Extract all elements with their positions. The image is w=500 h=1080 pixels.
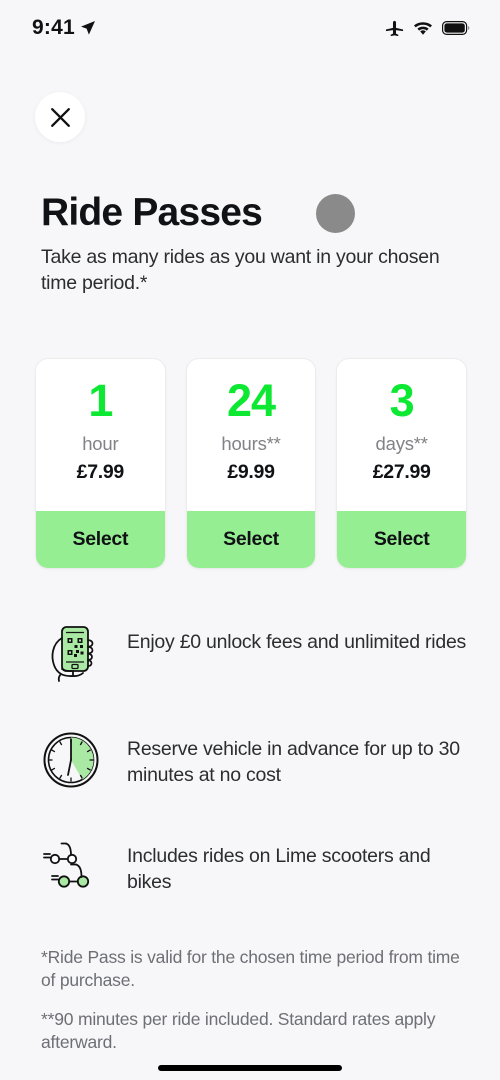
footnote-list: *Ride Pass is valid for the chosen time … [41,946,476,1054]
avatar[interactable] [316,193,356,233]
home-indicator[interactable] [158,1065,342,1071]
battery-icon [442,21,470,35]
status-bar-left: 9:41 [32,16,96,40]
benefit-row-scooters-bikes: Includes rides on Lime scooters and bike… [40,836,472,943]
benefit-row-unlock-fees: Enjoy £0 unlock fees and unlimited rides [40,622,472,729]
close-button[interactable] [35,92,85,142]
airplane-mode-icon [385,19,404,38]
pass-unit: hour [82,433,119,454]
pass-unit: days** [375,433,428,454]
select-button[interactable]: Select [186,511,316,568]
close-icon [50,107,71,128]
page-subtitle: Take as many rides as you want in your c… [41,245,440,294]
pass-card-list: 1 hour £7.99 Select 24 hours** £9.99 Sel… [35,358,468,569]
pass-price: £7.99 [76,461,125,483]
pass-card-3-days[interactable]: 3 days** £27.99 Select [336,358,468,569]
footnote-ride-duration: **90 minutes per ride included. Standard… [41,1009,436,1053]
clock-reserve-icon [40,729,102,789]
pass-card-body: 1 hour £7.99 [36,359,165,511]
scooter-bike-icon [40,836,102,894]
benefit-text: Enjoy £0 unlock fees and unlimited rides [127,631,467,653]
footnote-ride-pass-validity: *Ride Pass is valid for the chosen time … [41,947,460,991]
benefit-list: Enjoy £0 unlock fees and unlimited rides [40,622,472,943]
select-button[interactable]: Select [36,511,165,568]
phone-qr-scan-icon [40,622,102,686]
pass-amount: 1 [88,375,113,426]
pass-unit: hours** [221,433,281,454]
title-row: Ride Passes [41,191,467,234]
status-bar: 9:41 [0,0,500,56]
pass-card-body: 24 hours** £9.99 [187,359,316,511]
benefit-text: Includes rides on Lime scooters and bike… [127,845,431,893]
page-header: Ride Passes Take as many rides as you wa… [41,191,467,297]
wifi-icon [413,21,433,36]
location-arrow-icon [80,20,96,36]
pass-amount: 24 [226,375,276,426]
pass-price: £27.99 [372,461,431,483]
benefit-row-reserve-vehicle: Reserve vehicle in advance for up to 30 … [40,729,472,836]
status-bar-right [385,19,470,38]
status-bar-time: 9:41 [32,16,75,39]
pass-price: £9.99 [227,461,275,483]
pass-card-24-hours[interactable]: 24 hours** £9.99 Select [185,358,317,569]
pass-card-1-hour[interactable]: 1 hour £7.99 Select [35,358,166,569]
pass-amount: 3 [389,375,415,426]
pass-card-body: 3 days** £27.99 [337,359,466,511]
page-title: Ride Passes [41,191,263,234]
select-button[interactable]: Select [337,511,467,568]
benefit-text: Reserve vehicle in advance for up to 30 … [127,738,460,786]
